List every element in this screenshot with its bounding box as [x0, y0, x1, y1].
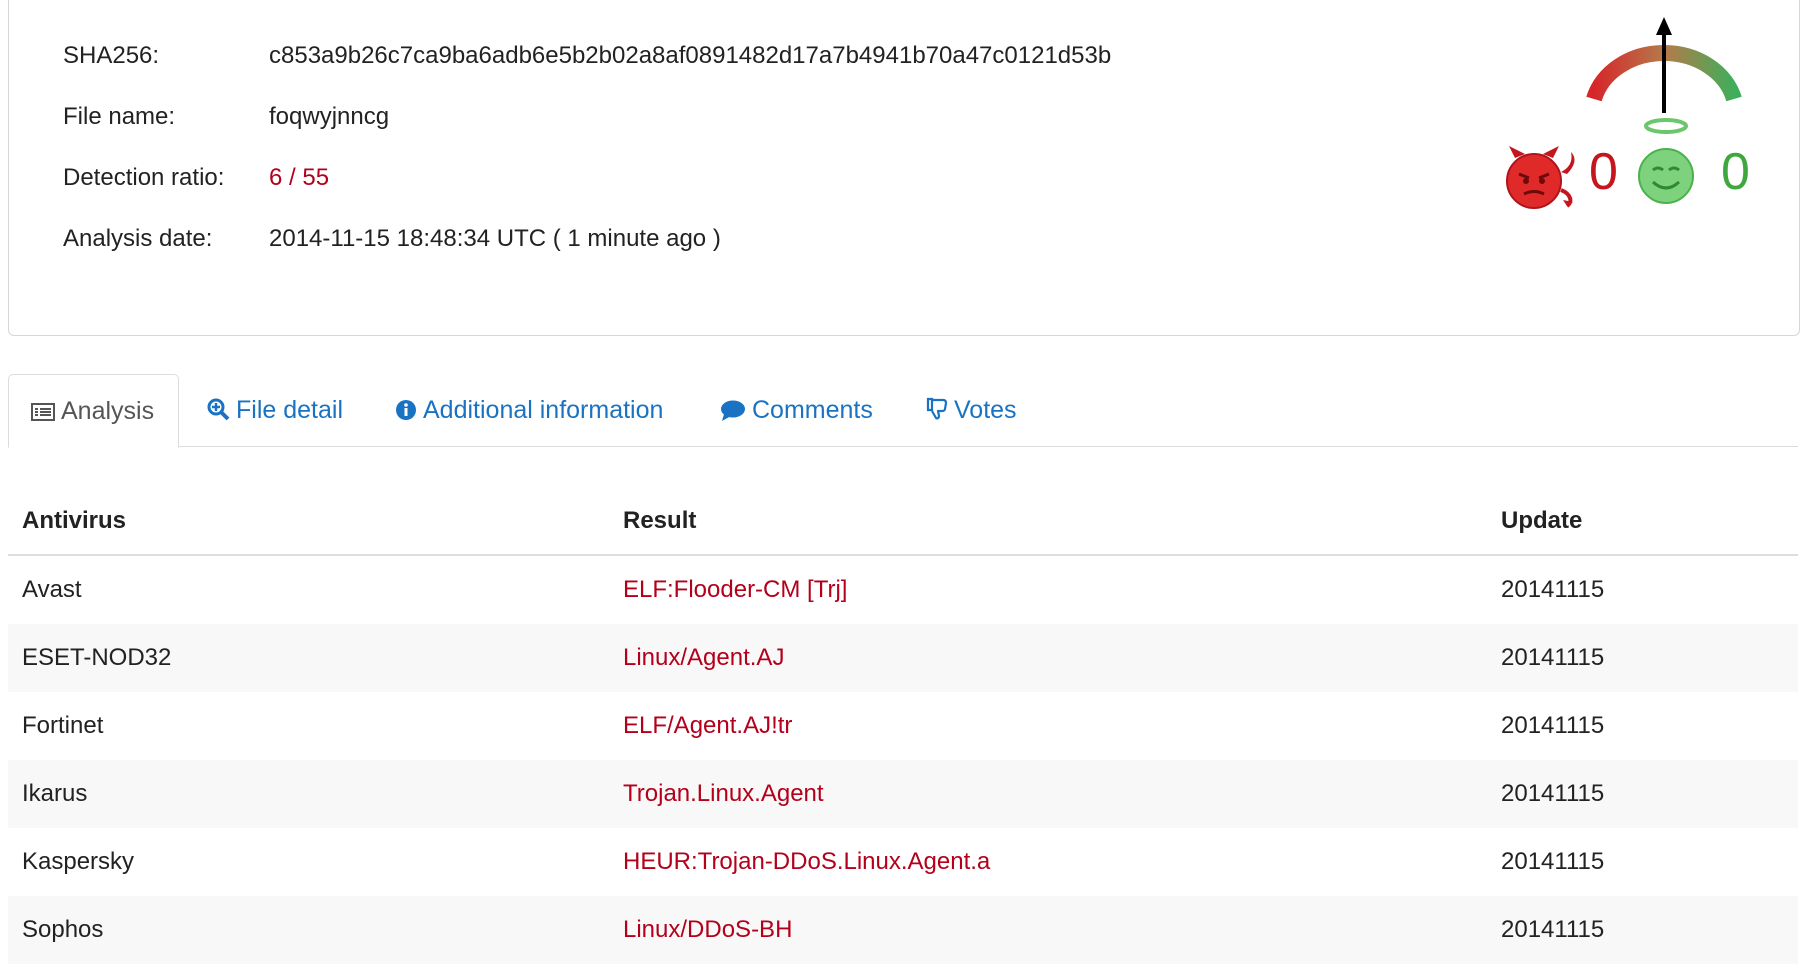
update-column-header[interactable]: Update [1487, 487, 1798, 556]
tab-comments[interactable]: Comments [720, 374, 873, 447]
table-header-row: Antivirus Result Update [8, 487, 1798, 556]
antivirus-name: Fortinet [22, 712, 104, 739]
antivirus-name: Avast [22, 576, 82, 603]
detection-result: Linux/DDoS-BH [609, 896, 1487, 964]
detection-result: Linux/Agent.AJ [609, 624, 1487, 692]
tab-additional-information-label: Additional information [423, 396, 664, 424]
gauge-needle-head [1656, 17, 1672, 35]
info-icon [395, 377, 417, 450]
antivirus-name: Sophos [8, 896, 609, 964]
community-score-gauge [1586, 17, 1742, 113]
antivirus-column-header[interactable]: Antivirus [8, 487, 609, 556]
detection-result: HEUR:Trojan-DDoS.Linux.Agent.a [623, 848, 991, 875]
tab-file-detail-label: File detail [236, 396, 343, 424]
table-row: Avast ELF:Flooder-CM [Trj] 20141115 [8, 555, 1798, 624]
table-row: Kaspersky HEUR:Trojan-DDoS.Linux.Agent.a… [8, 828, 1798, 896]
detection-result: Trojan.Linux.Agent [609, 760, 1487, 828]
detection-ratio-value: 6 / 55 [269, 164, 330, 191]
detection-result: ELF/Agent.AJ!tr [623, 712, 793, 739]
update-date: 20141115 [1501, 712, 1605, 739]
magnify-plus-icon [206, 377, 230, 450]
angel-face-icon[interactable] [1631, 114, 1701, 210]
sha256-label: SHA256: [63, 42, 160, 69]
update-date: 20141115 [1501, 576, 1605, 603]
sha256-value: c853a9b26c7ca9ba6adb6e5b2b02a8af0891482d… [269, 42, 1112, 69]
tab-votes-label: Votes [954, 396, 1017, 424]
analysis-tabs: Analysis File detail Additional informat… [8, 374, 1798, 451]
antivirus-name: Ikarus [8, 760, 609, 828]
update-date: 20141115 [1487, 624, 1798, 692]
thumbs-down-icon [926, 377, 948, 450]
antivirus-name: Kaspersky [22, 848, 135, 875]
tab-analysis[interactable]: Analysis [8, 374, 180, 451]
sha256-row: SHA256: c853a9b26c7ca9ba6adb6e5b2b02a8af0… [63, 41, 1111, 71]
antivirus-results-table: Antivirus Result Update Avast ELF:Floode… [8, 487, 1798, 964]
detection-ratio-label: Detection ratio: [63, 164, 225, 191]
update-date: 20141115 [1501, 848, 1605, 875]
table-row: ESET-NOD32 Linux/Agent.AJ 20141115 [8, 624, 1798, 692]
tab-votes[interactable]: Votes [926, 374, 1017, 447]
update-date: 20141115 [1487, 896, 1798, 964]
detection-result: ELF:Flooder-CM [Trj] [623, 576, 848, 603]
filename-value: foqwyjnncg [269, 103, 390, 130]
update-date: 20141115 [1487, 760, 1798, 828]
result-column-header[interactable]: Result [609, 487, 1487, 556]
tab-additional-information[interactable]: Additional information [395, 374, 663, 447]
community-votes: 0 0 [1501, 118, 1761, 210]
detection-ratio-row: Detection ratio: 6 / 55 [63, 163, 329, 193]
tab-comments-label: Comments [752, 396, 873, 424]
malicious-vote-count: 0 [1589, 143, 1618, 201]
filename-label: File name: [63, 103, 176, 130]
list-icon [31, 378, 55, 451]
analysis-date-label: Analysis date: [63, 225, 213, 252]
table-row: Sophos Linux/DDoS-BH 20141115 [8, 896, 1798, 964]
analysis-date-row: Analysis date: 2014-11-15 18:48:34 UTC ( … [63, 224, 721, 254]
devil-face-icon[interactable] [1501, 144, 1581, 210]
antivirus-name: ESET-NOD32 [8, 624, 609, 692]
table-row: Ikarus Trojan.Linux.Agent 20141115 [8, 760, 1798, 828]
file-summary-panel: SHA256: c853a9b26c7ca9ba6adb6e5b2b02a8af0… [8, 0, 1800, 336]
speech-bubble-icon [720, 377, 746, 450]
harmless-vote-count: 0 [1721, 143, 1750, 201]
filename-row: File name: foqwyjnncg [63, 102, 389, 132]
table-row: Fortinet ELF/Agent.AJ!tr 20141115 [8, 692, 1798, 760]
tab-analysis-label: Analysis [61, 397, 155, 425]
analysis-date-value: 2014-11-15 18:48:34 UTC ( 1 minute ago ) [269, 225, 721, 252]
tab-file-detail[interactable]: File detail [206, 374, 343, 447]
